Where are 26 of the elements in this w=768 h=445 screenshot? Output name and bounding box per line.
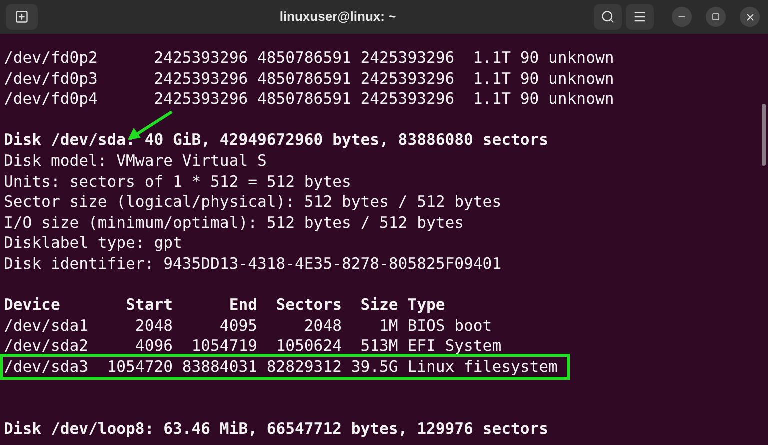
terminal-line: /dev/fd0p3 2425393296 4850786591 2425393296 1.1T 90 unknown bbox=[4, 70, 614, 88]
terminal-line: Disklabel type: gpt bbox=[4, 234, 182, 252]
search-icon bbox=[601, 10, 615, 24]
terminal-line: Sector size (logical/physical): 512 bytes / 512 bytes bbox=[4, 193, 502, 212]
terminal-line: Disk identifier: 9435DD13-4318-4E35-8278-805825F09401 bbox=[4, 254, 502, 273]
terminal-line: Units: sectors of 1 * 512 = 512 bytes bbox=[4, 172, 352, 191]
terminal-line: /dev/fd0p4 2425393296 4850786591 2425393296 1.1T 90 unknown bbox=[4, 90, 614, 108]
terminal-line: Disk /dev/sda: 40 GiB, 42949672960 bytes, 83886080 sectors bbox=[4, 131, 549, 150]
terminal-line: Disk model: VMware Virtual S bbox=[4, 152, 267, 170]
maximize-icon bbox=[712, 13, 720, 21]
new-tab-icon bbox=[15, 10, 29, 24]
close-button[interactable] bbox=[740, 7, 760, 27]
terminal-line: /dev/fd0p2 2425393296 4850786591 2425393296 1.1T 90 unknown bbox=[4, 49, 614, 67]
terminal-line: I/O size (minimum/optimal): 512 bytes / 512 bytes bbox=[4, 214, 464, 232]
terminal-line: Device Start End Sectors Size Type bbox=[4, 296, 446, 314]
search-button[interactable] bbox=[594, 4, 622, 30]
scrollbar bbox=[762, 104, 766, 166]
terminal-line: /dev/sda2 4096 1054719 1050624 513M EFI System bbox=[4, 337, 502, 356]
maximize-button[interactable] bbox=[706, 7, 726, 27]
menu-icon bbox=[633, 10, 647, 24]
window-title: linuxuser@linux: ~ bbox=[280, 8, 396, 26]
new-tab-button[interactable] bbox=[6, 4, 38, 30]
menu-button[interactable] bbox=[626, 4, 654, 30]
terminal-line: /dev/sda1 2048 4095 2048 1M BIOS boot bbox=[4, 316, 492, 335]
close-icon bbox=[744, 12, 756, 22]
terminal-line: Disk /dev/loop8: 63.46 MiB, 66547712 bytes, 129976 sectors bbox=[4, 420, 549, 438]
